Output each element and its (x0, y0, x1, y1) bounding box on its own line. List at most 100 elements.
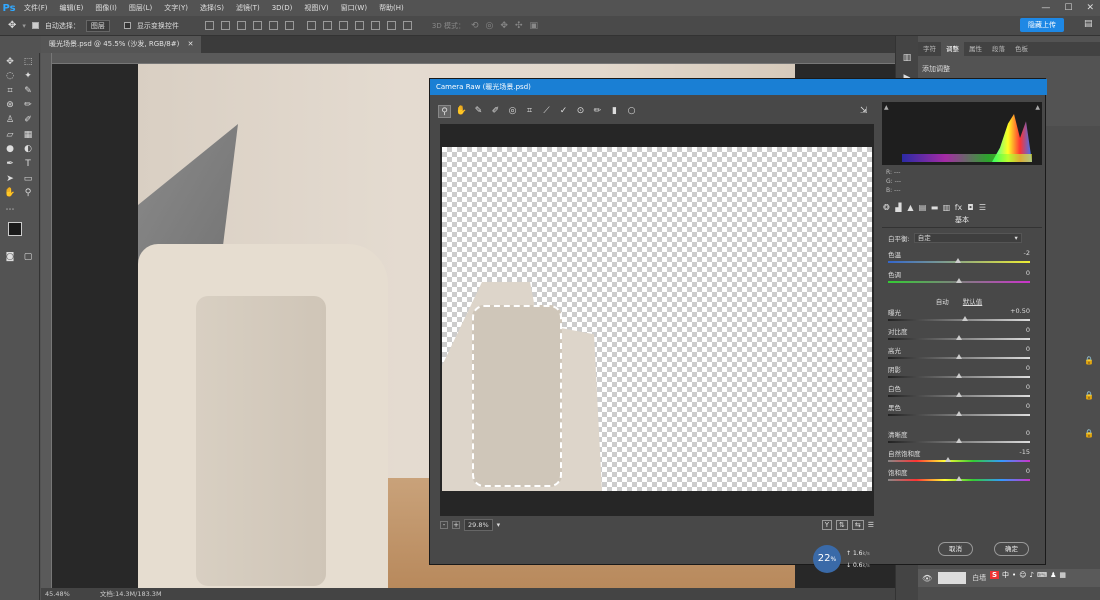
clone-stamp-icon[interactable]: ♙ (4, 114, 16, 126)
menu-item[interactable]: 滤镜(T) (230, 0, 266, 16)
camera-calibration-icon[interactable]: ◘ (966, 203, 975, 212)
slider-value[interactable]: 0 (1026, 364, 1030, 372)
path-select-icon[interactable]: ➤ (4, 173, 16, 185)
slider-value[interactable]: -2 (1024, 249, 1030, 257)
healing-brush-icon[interactable]: ⊛ (4, 99, 16, 111)
slider-thumb[interactable] (956, 392, 962, 397)
menu-item[interactable]: 选择(S) (194, 0, 230, 16)
slider-thumb[interactable] (956, 373, 962, 378)
3d-roll-icon[interactable]: ◎ (486, 21, 494, 31)
auto-select-checkbox[interactable] (31, 22, 39, 29)
align-vcenter-icon[interactable] (220, 21, 230, 30)
3d-slide-icon[interactable]: ✣ (515, 21, 523, 31)
targeted-adjust-icon[interactable]: ◎ (506, 105, 519, 118)
menu-item[interactable]: 图像(I) (89, 0, 123, 16)
menu-item[interactable]: 窗口(W) (335, 0, 373, 16)
gradient-tool-icon[interactable]: ▦ (22, 129, 34, 141)
slider-track[interactable] (888, 319, 1030, 321)
eyedropper-icon[interactable]: ✎ (22, 85, 34, 97)
menu-item[interactable]: 视图(V) (298, 0, 334, 16)
network-speed-widget[interactable]: 22% (813, 545, 841, 573)
close-tab-icon[interactable]: ✕ (188, 40, 194, 48)
basic-panel-icon[interactable]: ❂ (882, 203, 891, 212)
lasso-tool-icon[interactable]: ◌ (4, 70, 16, 82)
3d-rotate-icon[interactable]: ⟲ (471, 21, 479, 31)
graduated-filter-icon[interactable]: ▮ (608, 105, 621, 118)
cancel-button[interactable]: 取消 (938, 542, 973, 556)
menu-item[interactable]: 3D(D) (266, 0, 299, 16)
white-balance-tool-icon[interactable]: ✎ (472, 105, 485, 118)
move-tool-icon[interactable]: ✥ (8, 20, 16, 31)
history-brush-icon[interactable]: ✐ (22, 114, 34, 126)
spot-removal-icon[interactable]: ✓ (557, 105, 570, 118)
foreground-color-swatch[interactable] (8, 222, 22, 236)
share-button[interactable]: 隐藏上传 (1020, 18, 1064, 32)
ime-mic-icon[interactable]: ♪ (1030, 571, 1034, 579)
panel-tab[interactable]: 调整 (941, 42, 964, 56)
crop-tool-icon[interactable]: ⌗ (523, 105, 536, 118)
ime-keyboard-icon[interactable]: ⌨ (1037, 571, 1047, 579)
fullscreen-icon[interactable]: ⇲ (860, 106, 868, 116)
menu-item[interactable]: 编辑(E) (54, 0, 90, 16)
3d-scale-icon[interactable]: ▣ (529, 21, 538, 31)
swap-icon[interactable]: ⇅ (835, 520, 848, 530)
slider-value[interactable]: +0.50 (1010, 307, 1030, 315)
crop-tool-icon[interactable]: ⌗ (4, 85, 16, 97)
type-tool-icon[interactable]: T (22, 158, 34, 170)
align-right-icon[interactable] (284, 21, 294, 30)
history-panel-icon[interactable]: ▥ (901, 52, 913, 64)
zoom-dropdown-icon[interactable]: ▾ (497, 521, 501, 529)
zoom-out-icon[interactable]: - (440, 521, 448, 529)
quick-mask-icon[interactable]: ◙ (4, 251, 16, 263)
screen-mode-icon[interactable]: ▢ (22, 251, 34, 263)
copy-settings-icon[interactable]: ⇆ (851, 520, 864, 530)
pen-tool-icon[interactable]: ✒ (4, 158, 16, 170)
menu-item[interactable]: 文件(F) (18, 0, 54, 16)
preview-prefs-icon[interactable]: ☰ (868, 521, 874, 529)
align-bottom-icon[interactable] (236, 21, 246, 30)
slider-thumb[interactable] (956, 354, 962, 359)
slider-track[interactable] (888, 460, 1030, 462)
menu-item[interactable]: 帮助(H) (373, 0, 410, 16)
auto-button[interactable]: 自动 (936, 296, 949, 306)
distribute-icon[interactable] (322, 21, 332, 30)
dodge-tool-icon[interactable]: ◐ (22, 143, 34, 155)
more-tools-icon[interactable]: ⋯ (4, 204, 16, 216)
panel-tab[interactable]: 段落 (987, 42, 1010, 56)
zoom-level[interactable]: 29.8% (464, 519, 493, 531)
slider-thumb[interactable] (956, 278, 962, 283)
hand-tool-icon[interactable]: ✋ (455, 105, 468, 118)
distribute-icon[interactable] (306, 21, 316, 30)
slider-thumb[interactable] (956, 476, 962, 481)
ok-button[interactable]: 确定 (994, 542, 1029, 556)
workspace-icon[interactable]: ▤ (1084, 19, 1093, 29)
3d-pan-icon[interactable]: ✥ (500, 21, 508, 31)
panel-tab[interactable]: 字符 (918, 42, 941, 56)
vertical-ruler[interactable] (41, 53, 52, 588)
slider-value[interactable]: 0 (1026, 326, 1030, 334)
document-tab[interactable]: 暖光场景.psd @ 45.5% (沙发, RGB/8#) ✕ (41, 36, 202, 53)
slider-value[interactable]: 0 (1026, 383, 1030, 391)
slider-value[interactable]: 0 (1026, 402, 1030, 410)
panel-tab[interactable]: 属性 (964, 42, 987, 56)
white-balance-select[interactable]: 自定 ▾ (913, 233, 1022, 243)
align-top-icon[interactable] (204, 21, 214, 30)
minimize-icon[interactable]: — (1041, 3, 1050, 13)
slider-value[interactable]: -15 (1019, 448, 1030, 456)
effects-panel-icon[interactable]: fx (954, 203, 963, 212)
slider-thumb[interactable] (944, 457, 951, 462)
zoom-tool-icon[interactable]: ⚲ (22, 187, 34, 199)
slider-value[interactable]: 0 (1026, 467, 1030, 475)
image-preview[interactable] (442, 147, 872, 491)
visibility-eye-icon[interactable]: 👁 (922, 574, 932, 583)
presets-panel-icon[interactable]: ☰ (978, 203, 987, 212)
slider-thumb[interactable] (956, 335, 962, 340)
ime-tools-icon[interactable]: ▦ (1059, 571, 1066, 579)
shape-tool-icon[interactable]: ▭ (22, 173, 34, 185)
blur-tool-icon[interactable]: ● (4, 143, 16, 155)
menu-item[interactable]: 图层(L) (123, 0, 158, 16)
straighten-tool-icon[interactable]: ⟋ (540, 105, 553, 118)
zoom-in-icon[interactable]: + (452, 521, 460, 529)
ime-punct-icon[interactable]: • (1012, 571, 1016, 579)
shadow-clip-icon[interactable]: ▲ (884, 104, 889, 111)
